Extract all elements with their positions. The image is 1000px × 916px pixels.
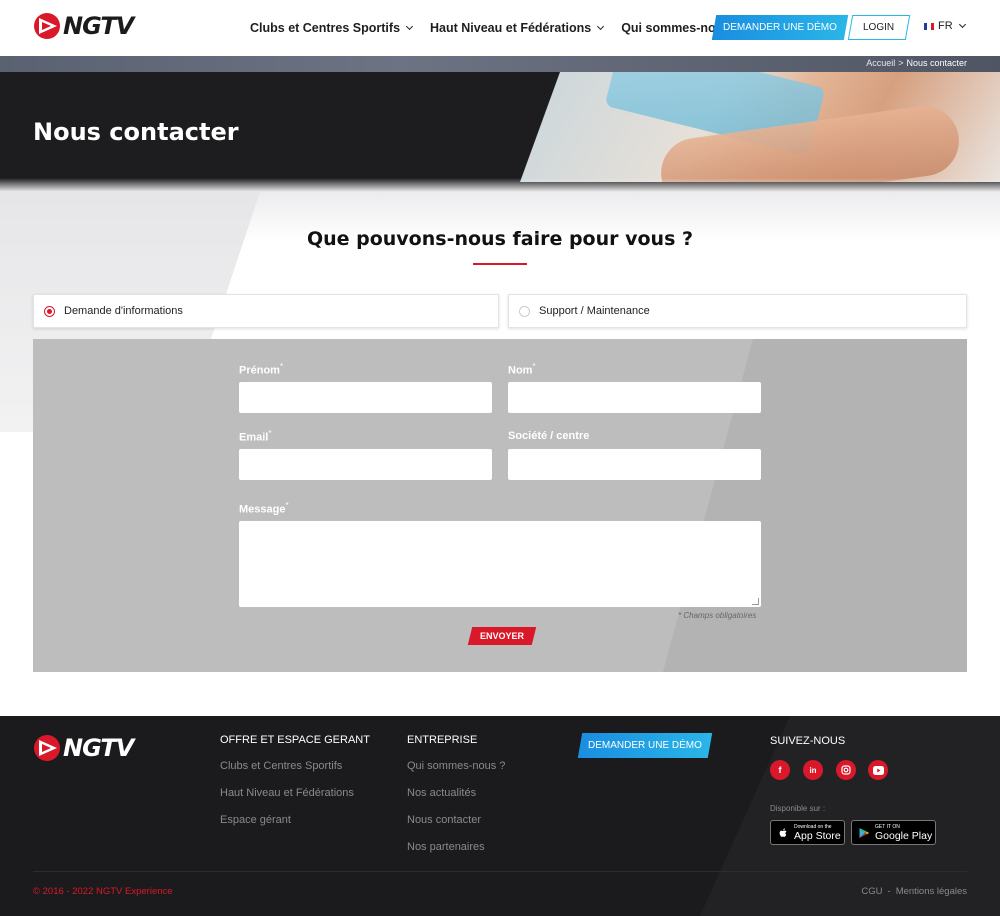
required-asterisk: * — [285, 501, 289, 510]
login-button[interactable]: LOGIN — [847, 15, 911, 40]
nom-label-text: Nom — [508, 364, 533, 377]
email-label-text: Email — [239, 431, 269, 444]
legal-links: CGU - Mentions légales — [861, 886, 967, 897]
chevron-down-icon — [405, 22, 414, 31]
email-field[interactable] — [239, 449, 492, 480]
login-button-label: LOGIN — [863, 22, 895, 33]
facebook-icon[interactable]: f — [770, 760, 790, 780]
footer-logo[interactable]: NGTV — [33, 734, 134, 762]
societe-label-text: Société / centre — [508, 430, 590, 442]
submit-button[interactable]: ENVOYER — [467, 627, 537, 645]
footer-link-haut-niveau[interactable]: Haut Niveau et Fédérations — [220, 787, 354, 799]
footer-link-qui-sommes-nous[interactable]: Qui sommes-nous ? — [407, 760, 505, 772]
footer-follow-title: SUIVEZ-NOUS — [770, 735, 846, 747]
breadcrumb-separator: > — [898, 58, 904, 68]
logo-text: NGTV — [63, 12, 134, 40]
footer-divider — [33, 871, 967, 872]
footer-link-partenaires[interactable]: Nos partenaires — [407, 841, 485, 853]
heading-underline — [473, 263, 527, 265]
textarea-resize-handle[interactable] — [752, 598, 759, 605]
chevron-down-icon — [597, 22, 605, 31]
logo-text: NGTV — [63, 734, 134, 762]
logo-play-icon — [34, 735, 60, 761]
message-label: Message* — [239, 501, 289, 516]
copyright-text: © 2016 - 2022 NGTV Experience — [33, 886, 173, 897]
language-selector[interactable]: FR — [924, 20, 966, 32]
youtube-icon[interactable] — [868, 760, 888, 780]
google-play-text: GET IT ON Google Play — [875, 824, 932, 842]
contact-form-panel — [33, 339, 967, 672]
logo[interactable]: NGTV — [33, 12, 134, 40]
site-footer: NGTV OFFRE ET ESPACE GERANT Clubs et Cen… — [0, 716, 1000, 916]
google-play-badge[interactable]: GET IT ON Google Play — [851, 820, 936, 845]
required-note: * Champs obligatoires — [678, 611, 757, 620]
footer-link-contact[interactable]: Nous contacter — [407, 814, 481, 826]
main-nav: Clubs et Centres Sportifs Haut Niveau et… — [250, 0, 759, 56]
hero-banner: Nous contacter — [0, 72, 1000, 192]
youtube-glyph — [872, 765, 884, 775]
hero-phone-photo — [520, 72, 1000, 182]
option-support-maintenance[interactable]: Support / Maintenance — [508, 294, 967, 328]
radio-selected-icon[interactable] — [44, 305, 55, 317]
hero-fade — [0, 178, 1000, 192]
available-on-label: Disponible sur : — [770, 804, 826, 813]
nom-label: Nom* — [508, 362, 536, 377]
societe-field[interactable] — [508, 449, 761, 480]
demo-button[interactable]: DEMANDER UNE DÉMO — [711, 15, 849, 40]
required-asterisk: * — [279, 362, 284, 371]
french-flag-icon — [924, 22, 934, 30]
breadcrumb-current: Nous contacter — [906, 58, 967, 68]
cgu-link[interactable]: CGU — [861, 886, 882, 897]
google-play-icon — [859, 827, 869, 838]
app-store-big: App Store — [794, 829, 841, 842]
footer-demo-button[interactable]: DEMANDER UNE DÉMO — [577, 733, 713, 758]
footer-col-offre-title: OFFRE ET ESPACE GERANT — [220, 734, 370, 746]
nav-item-clubs[interactable]: Clubs et Centres Sportifs — [250, 21, 414, 35]
prenom-field[interactable] — [239, 382, 492, 413]
instagram-icon[interactable] — [836, 760, 856, 780]
radio-unselected-icon[interactable] — [519, 305, 530, 317]
footer-link-espace-gerant[interactable]: Espace gérant — [220, 814, 291, 826]
apple-icon — [779, 828, 787, 837]
prenom-label: Prénom* — [239, 362, 283, 377]
logo-play-icon — [34, 13, 60, 39]
site-header: NGTV Clubs et Centres Sportifs Haut Nive… — [0, 0, 1000, 56]
submit-button-label: ENVOYER — [479, 631, 524, 641]
prenom-label-text: Prénom — [239, 364, 280, 377]
nav-item-haut-niveau[interactable]: Haut Niveau et Fédérations — [430, 21, 605, 35]
footer-link-clubs[interactable]: Clubs et Centres Sportifs — [220, 760, 342, 772]
language-label: FR — [938, 20, 953, 32]
page-title: Nous contacter — [33, 118, 239, 146]
demo-button-label: DEMANDER UNE DÉMO — [723, 22, 837, 33]
linkedin-icon[interactable]: in — [803, 760, 823, 780]
section-heading: Que pouvons-nous faire pour vous ? — [306, 228, 694, 250]
app-store-text: Download on the App Store — [794, 824, 841, 842]
instagram-glyph — [841, 765, 851, 775]
option-label: Support / Maintenance — [539, 305, 650, 317]
email-label: Email* — [239, 429, 271, 444]
mentions-legales-link[interactable]: Mentions légales — [896, 886, 967, 897]
footer-demo-label: DEMANDER UNE DÉMO — [588, 740, 702, 751]
option-demande-informations[interactable]: Demande d'informations — [33, 294, 499, 328]
option-label: Demande d'informations — [64, 305, 183, 317]
required-asterisk: * — [532, 362, 536, 371]
message-label-text: Message — [239, 503, 286, 516]
nav-label: Clubs et Centres Sportifs — [250, 21, 401, 35]
footer-col-entreprise-title: ENTREPRISE — [407, 734, 478, 746]
nom-field[interactable] — [508, 382, 761, 413]
breadcrumb-home-link[interactable]: Accueil — [866, 58, 895, 68]
nav-label: Haut Niveau et Fédérations — [430, 21, 592, 35]
message-textarea[interactable] — [239, 521, 761, 607]
required-asterisk: * — [268, 429, 272, 438]
societe-label: Société / centre — [508, 430, 589, 442]
footer-link-actualites[interactable]: Nos actualités — [407, 787, 476, 799]
breadcrumb: Accueil > Nous contacter — [866, 58, 967, 68]
legal-separator: - — [887, 886, 891, 897]
google-play-big: Google Play — [875, 829, 933, 842]
app-store-badge[interactable]: Download on the App Store — [770, 820, 845, 845]
chevron-down-icon — [958, 20, 966, 29]
breadcrumb-strip: Accueil > Nous contacter — [0, 56, 1000, 72]
